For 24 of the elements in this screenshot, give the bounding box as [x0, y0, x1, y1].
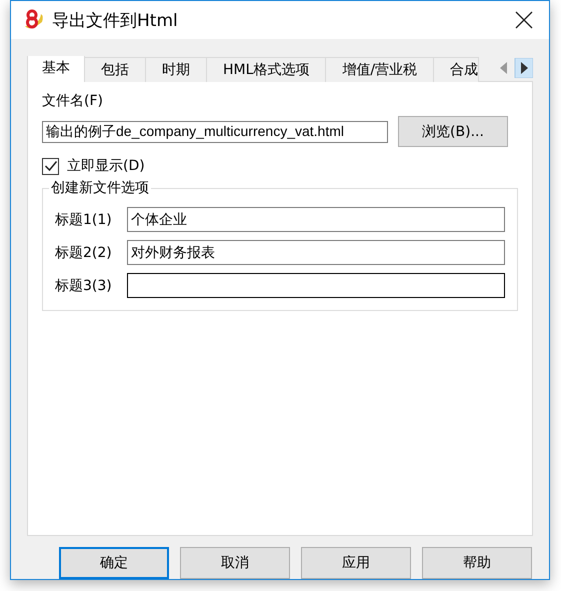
field-label: 文件名(F): [42, 92, 104, 110]
checkbox[interactable]: [42, 158, 59, 174]
group-title: 创建新文件选项: [50, 179, 150, 197]
browse-button[interactable]: 浏览(B)...: [398, 116, 508, 147]
close-icon[interactable]: [515, 11, 533, 29]
dialog-button[interactable]: 取消: [180, 547, 290, 579]
title-field[interactable]: 对外财务报表: [127, 240, 505, 265]
field-label: 标题2(2): [55, 244, 113, 262]
dialog-button[interactable]: 确定: [59, 547, 169, 579]
dialog-button[interactable]: 应用: [301, 547, 411, 579]
tab[interactable]: 合成: [433, 57, 480, 82]
dialog-button[interactable]: 帮助: [422, 547, 532, 579]
title-field[interactable]: [127, 273, 505, 298]
tab[interactable]: 基本: [27, 56, 85, 82]
field-label: 标题3(3): [55, 276, 113, 294]
title-field[interactable]: 个体企业: [127, 207, 505, 232]
tab[interactable]: 增值/营业税: [325, 57, 434, 82]
tab[interactable]: HML格式选项: [206, 57, 326, 82]
window-title: 导出文件到Html: [52, 10, 179, 32]
checkbox-label: 立即显示(D): [67, 157, 145, 175]
tab[interactable]: 包括: [84, 57, 146, 82]
field-label: 标题1(1): [55, 210, 113, 228]
filename-field[interactable]: 输出的例子de_company_multicurrency_vat.html: [42, 120, 388, 142]
tab[interactable]: 时期: [145, 57, 207, 82]
